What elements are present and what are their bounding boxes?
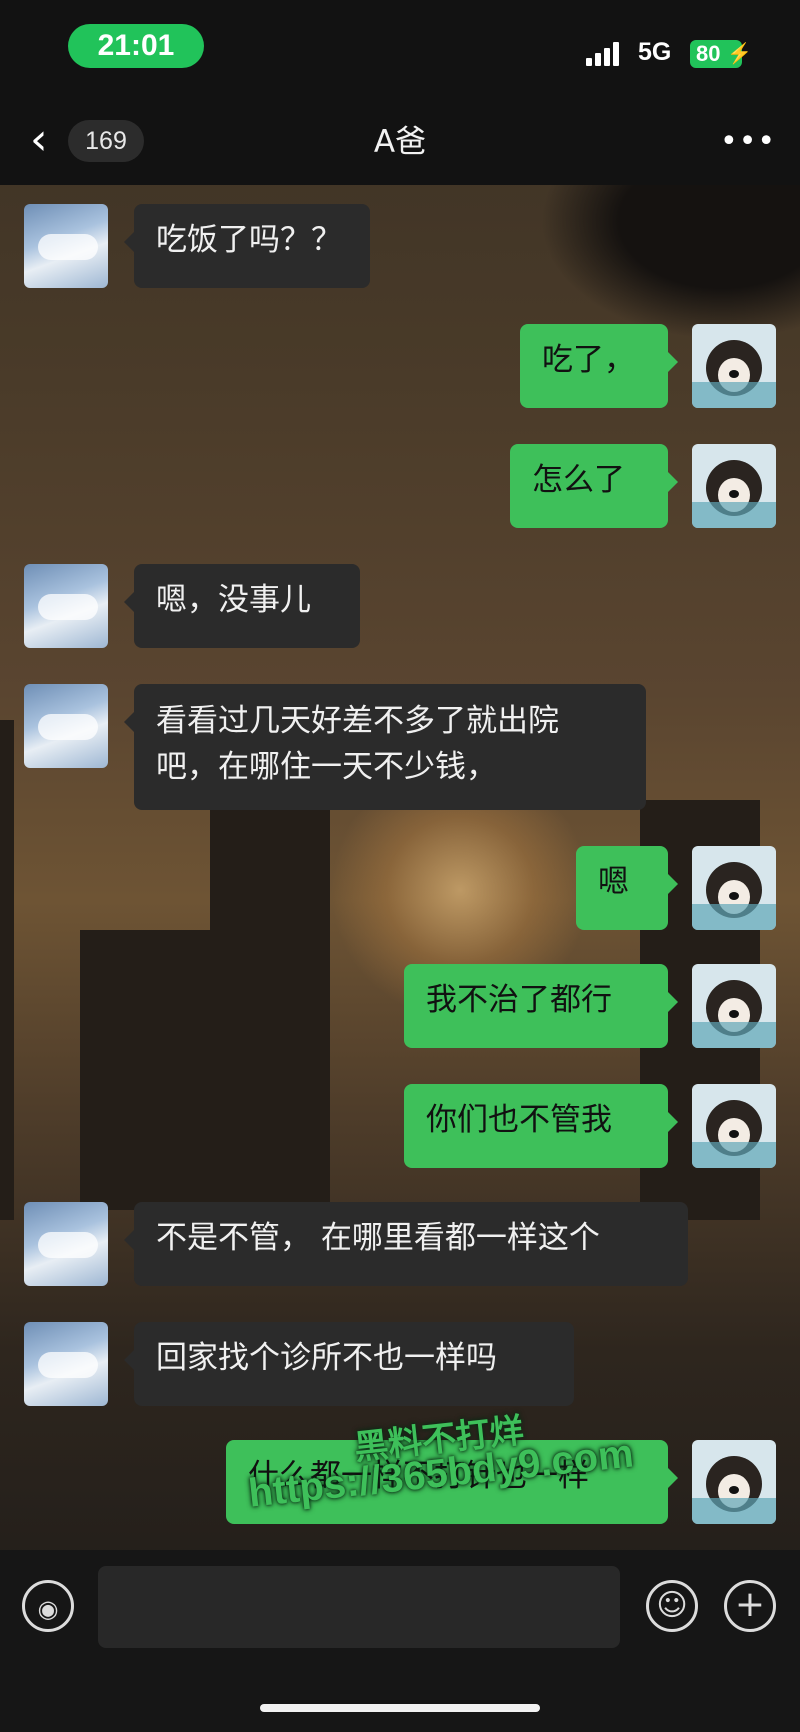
status-time: 21:01 (68, 24, 204, 68)
background-building (80, 930, 210, 1210)
top-bar: 21:01 5G 80 ⚡ ‹ 169 A爸 ••• (0, 0, 800, 185)
sky-avatar[interactable] (24, 1322, 108, 1406)
dog-avatar[interactable] (692, 846, 776, 930)
background-building (0, 720, 14, 1220)
message-bubble[interactable]: 我不治了都行 (404, 964, 678, 1048)
dog-avatar[interactable] (692, 444, 776, 528)
sky-avatar[interactable] (24, 684, 108, 768)
dog-avatar[interactable] (692, 324, 776, 408)
dog-avatar[interactable] (692, 964, 776, 1048)
battery-level: 80 (696, 41, 721, 66)
more-icon[interactable]: ••• (720, 120, 775, 164)
network-type: 5G (638, 38, 672, 66)
sky-avatar[interactable] (24, 564, 108, 648)
home-indicator[interactable] (260, 1704, 540, 1712)
message-bubble[interactable]: 吃了， (520, 324, 678, 408)
battery-indicator: 80 ⚡ (690, 40, 752, 68)
sky-avatar[interactable] (24, 204, 108, 288)
chat-screen: 21:01 5G 80 ⚡ ‹ 169 A爸 ••• 吃饭了吗？？ 吃了， 怎么… (0, 0, 800, 1732)
emoji-icon[interactable]: ☺ (646, 1580, 698, 1632)
message-bubble[interactable]: 不是不管， 在哪里看都一样这个 (124, 1202, 688, 1286)
dog-avatar[interactable] (692, 1440, 776, 1524)
bolt-icon: ⚡ (727, 43, 752, 65)
voice-icon[interactable]: ◉ (22, 1580, 74, 1632)
chat-title: A爸 (373, 124, 427, 160)
background-tree (540, 170, 800, 340)
message-bubble[interactable]: 吃饭了吗？？ (124, 204, 370, 288)
message-bubble[interactable]: 怎么了 (510, 444, 678, 528)
message-bubble[interactable]: 嗯 (576, 846, 678, 930)
background-building (210, 810, 330, 1210)
message-bubble[interactable]: 你们也不管我 (404, 1084, 678, 1168)
message-bubble[interactable]: 看看过几天好差不多了就出院 吧，在哪住一天不少钱， (124, 684, 646, 810)
message-input[interactable] (98, 1566, 620, 1648)
signal-icon (586, 42, 628, 66)
unread-count-badge[interactable]: 169 (68, 120, 144, 162)
chevron-left-icon[interactable]: ‹ (30, 118, 66, 162)
sky-avatar[interactable] (24, 1202, 108, 1286)
message-bubble[interactable]: 回家找个诊所不也一样吗 (124, 1322, 574, 1406)
plus-icon[interactable]: + (724, 1580, 776, 1632)
dog-avatar[interactable] (692, 1084, 776, 1168)
message-bubble[interactable]: 嗯，没事儿 (124, 564, 360, 648)
